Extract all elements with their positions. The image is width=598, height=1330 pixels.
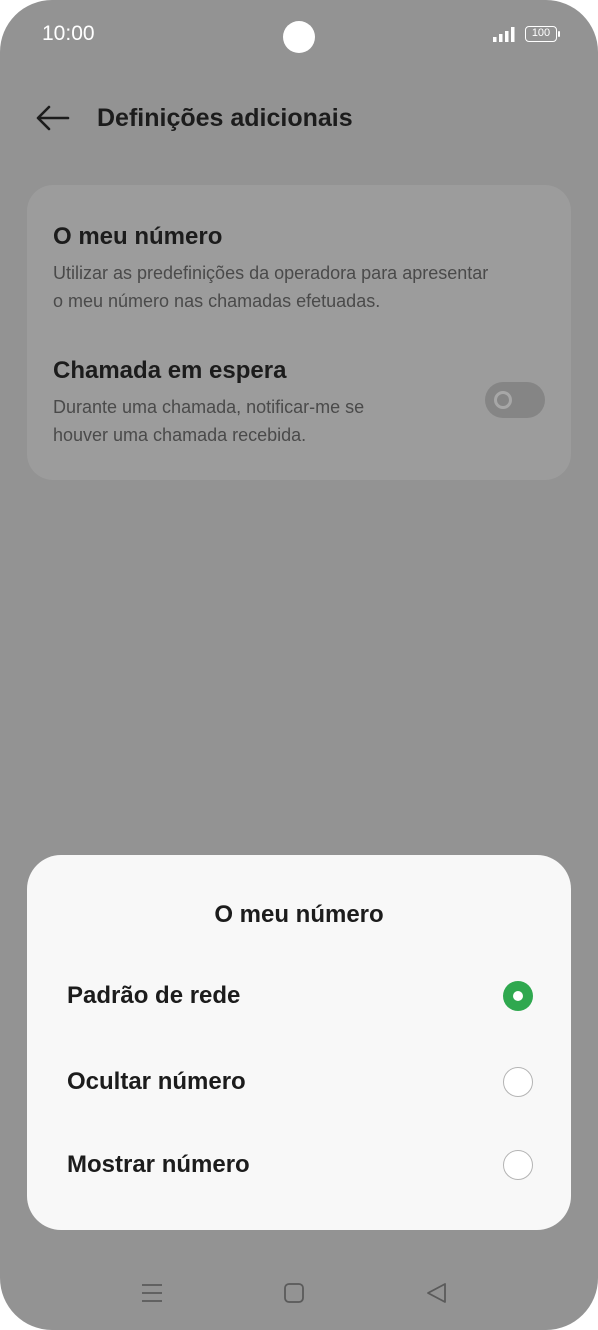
app-header: Definições adicionais — [0, 90, 598, 150]
option-network-default[interactable]: Padrão de rede — [27, 958, 571, 1032]
option-hide-number[interactable]: Ocultar número — [27, 1044, 571, 1118]
status-bar: 10:00 100 — [0, 0, 598, 70]
home-icon[interactable] — [279, 1278, 309, 1308]
option-label: Mostrar número — [67, 1151, 250, 1178]
battery-icon: 100 — [525, 26, 560, 42]
back-triangle-icon[interactable] — [421, 1278, 451, 1308]
option-label: Ocultar número — [67, 1068, 246, 1095]
radio-unselected-icon[interactable] — [503, 1067, 533, 1097]
my-number-dialog: O meu número Padrão de rede Ocultar núme… — [27, 855, 571, 1230]
front-camera — [283, 21, 315, 53]
settings-card: O meu número Utilizar as predefinições d… — [27, 185, 571, 480]
call-waiting-description-line1: Durante uma chamada, notificar-me se — [53, 397, 365, 417]
my-number-description-line2: o meu número nas chamadas efetuadas. — [53, 291, 381, 311]
back-arrow-icon[interactable] — [34, 102, 72, 134]
call-waiting-toggle[interactable] — [485, 382, 545, 418]
phone-screen: 10:00 100 Definições adicionais O meu nú… — [0, 0, 598, 1330]
page-title: Definições adicionais — [97, 104, 353, 132]
my-number-title: O meu número — [53, 223, 223, 250]
call-waiting-description-line2: houver uma chamada recebida. — [53, 425, 307, 445]
dialog-title: O meu número — [214, 901, 384, 928]
call-waiting-title: Chamada em espera — [53, 357, 287, 384]
status-time: 10:00 — [42, 22, 95, 45]
signal-icon — [493, 27, 515, 42]
system-navigation-bar — [0, 1262, 598, 1322]
option-label: Padrão de rede — [67, 982, 241, 1009]
menu-icon[interactable] — [137, 1278, 167, 1308]
radio-selected-icon[interactable] — [503, 981, 533, 1011]
radio-unselected-icon[interactable] — [503, 1150, 533, 1180]
toggle-knob — [494, 391, 512, 409]
option-show-number[interactable]: Mostrar número — [27, 1127, 571, 1201]
my-number-description-line1: Utilizar as predefinições da operadora p… — [53, 263, 489, 283]
